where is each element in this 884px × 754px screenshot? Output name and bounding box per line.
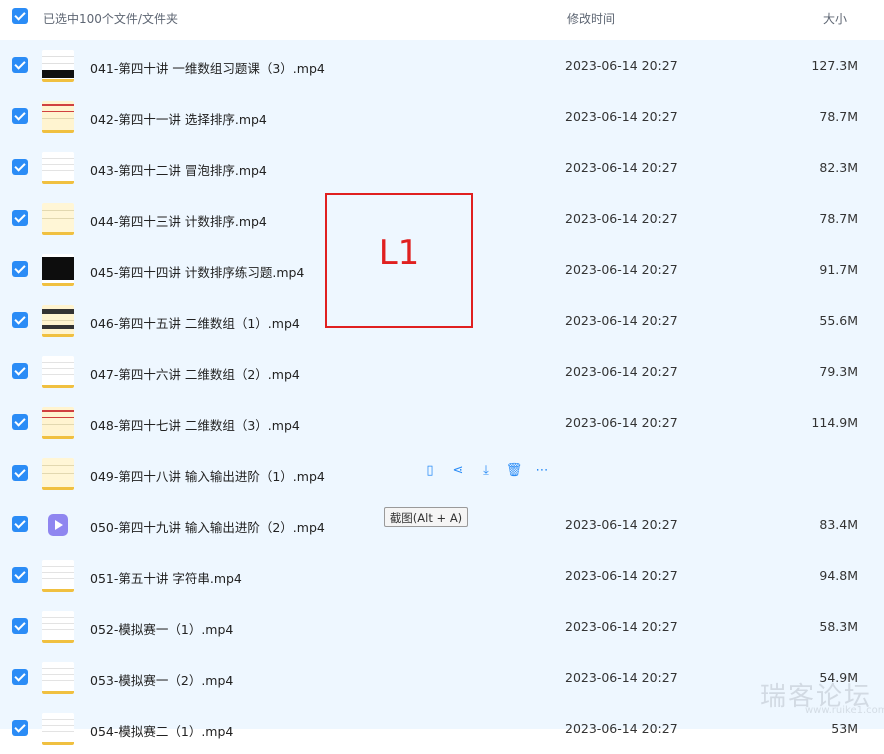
video-thumbnail xyxy=(42,356,74,388)
file-name[interactable]: 048-第四十七讲 二维数组（3）.mp4 xyxy=(90,415,300,434)
row-checkbox[interactable] xyxy=(12,108,28,124)
file-row[interactable]: 042-第四十一讲 选择排序.mp4 2023-06-14 20:27 78.7M xyxy=(0,91,884,142)
row-checkbox[interactable] xyxy=(12,720,28,736)
row-checkbox[interactable] xyxy=(12,261,28,277)
video-thumbnail xyxy=(42,560,74,592)
file-size: 55.6M xyxy=(819,313,858,328)
screenshot-tooltip: 截图(Alt + A) xyxy=(384,507,468,527)
file-name[interactable]: 043-第四十二讲 冒泡排序.mp4 xyxy=(90,160,267,179)
file-size: 114.9M xyxy=(811,415,858,430)
file-mtime: 2023-06-14 20:27 xyxy=(565,160,678,175)
file-list: 041-第四十讲 一维数组习题课（3）.mp4 2023-06-14 20:27 1… xyxy=(0,40,884,745)
share-icon[interactable]: ⋖ xyxy=(449,462,467,480)
list-header: 已选中100个文件/文件夹 修改时间 大小 xyxy=(0,0,884,40)
row-checkbox[interactable] xyxy=(12,618,28,634)
video-thumbnail xyxy=(42,458,74,490)
file-name[interactable]: 051-第五十讲 字符串.mp4 xyxy=(90,568,242,587)
file-row[interactable]: 052-模拟赛一（1）.mp4 2023-06-14 20:27 58.3M xyxy=(0,601,884,652)
file-mtime: 2023-06-14 20:27 xyxy=(565,262,678,277)
video-thumbnail xyxy=(42,50,74,82)
file-name[interactable]: 050-第四十九讲 输入输出进阶（2）.mp4 xyxy=(90,517,325,536)
row-checkbox[interactable] xyxy=(12,312,28,328)
download-icon[interactable]: ⤓ xyxy=(477,462,495,480)
more-icon[interactable]: ⋯ xyxy=(533,462,551,480)
video-thumbnail xyxy=(42,407,74,439)
file-mtime: 2023-06-14 20:27 xyxy=(565,364,678,379)
watermark-url: www.ruike1.com xyxy=(805,705,884,716)
file-size: 83.4M xyxy=(819,517,858,532)
file-mtime: 2023-06-14 20:27 xyxy=(565,670,678,685)
file-mtime: 2023-06-14 20:27 xyxy=(565,619,678,634)
file-size: 91.7M xyxy=(819,262,858,277)
file-row[interactable]: 053-模拟赛一（2）.mp4 2023-06-14 20:27 54.9M xyxy=(0,652,884,703)
file-name[interactable]: 053-模拟赛一（2）.mp4 xyxy=(90,670,233,689)
file-row[interactable]: 043-第四十二讲 冒泡排序.mp4 2023-06-14 20:27 82.3M xyxy=(0,142,884,193)
file-row[interactable]: 047-第四十六讲 二维数组（2）.mp4 2023-06-14 20:27 79.… xyxy=(0,346,884,397)
file-name[interactable]: 047-第四十六讲 二维数组（2）.mp4 xyxy=(90,364,300,383)
file-row[interactable]: 051-第五十讲 字符串.mp4 2023-06-14 20:27 94.8M xyxy=(0,550,884,601)
file-name[interactable]: 054-模拟赛二（1）.mp4 xyxy=(90,721,233,740)
mobile-icon[interactable]: ▯ xyxy=(421,462,439,480)
video-file-icon xyxy=(42,509,74,541)
file-name[interactable]: 049-第四十八讲 输入输出进阶（1）.mp4 xyxy=(90,466,325,485)
file-name[interactable]: 052-模拟赛一（1）.mp4 xyxy=(90,619,233,638)
file-size: 79.3M xyxy=(819,364,858,379)
selection-count-label: 已选中100个文件/文件夹 xyxy=(43,12,178,26)
file-row[interactable]: 041-第四十讲 一维数组习题课（3）.mp4 2023-06-14 20:27 1… xyxy=(0,40,884,91)
file-mtime: 2023-06-14 20:27 xyxy=(565,568,678,583)
file-name[interactable]: 045-第四十四讲 计数排序练习题.mp4 xyxy=(90,262,304,281)
row-checkbox[interactable] xyxy=(12,516,28,532)
file-mtime: 2023-06-14 20:27 xyxy=(565,211,678,226)
file-size: 94.8M xyxy=(819,568,858,583)
file-name[interactable]: 046-第四十五讲 二维数组（1）.mp4 xyxy=(90,313,300,332)
row-checkbox[interactable] xyxy=(12,669,28,685)
video-thumbnail xyxy=(42,662,74,694)
file-name[interactable]: 041-第四十讲 一维数组习题课（3）.mp4 xyxy=(90,58,325,77)
row-checkbox[interactable] xyxy=(12,567,28,583)
row-checkbox[interactable] xyxy=(12,159,28,175)
mtime-column-header[interactable]: 修改时间 xyxy=(567,10,615,27)
file-row[interactable]: 048-第四十七讲 二维数组（3）.mp4 2023-06-14 20:27 114… xyxy=(0,397,884,448)
video-thumbnail xyxy=(42,713,74,745)
row-checkbox[interactable] xyxy=(12,363,28,379)
file-mtime: 2023-06-14 20:27 xyxy=(565,415,678,430)
file-size: 78.7M xyxy=(819,211,858,226)
size-column-header[interactable]: 大小 xyxy=(823,10,847,27)
video-thumbnail xyxy=(42,305,74,337)
file-size: 78.7M xyxy=(819,109,858,124)
file-size: 82.3M xyxy=(819,160,858,175)
video-thumbnail xyxy=(42,254,74,286)
row-checkbox[interactable] xyxy=(12,57,28,73)
select-all-checkbox[interactable] xyxy=(12,8,28,24)
file-row[interactable]: 049-第四十八讲 输入输出进阶（1）.mp4 ▯ ⋖ ⤓ 🗑 ⋯ xyxy=(0,448,884,499)
annotation-label: L1 xyxy=(378,233,420,273)
row-checkbox[interactable] xyxy=(12,210,28,226)
row-checkbox[interactable] xyxy=(12,414,28,430)
file-size: 58.3M xyxy=(819,619,858,634)
file-name[interactable]: 042-第四十一讲 选择排序.mp4 xyxy=(90,109,267,128)
file-mtime: 2023-06-14 20:27 xyxy=(565,313,678,328)
trash-icon[interactable]: 🗑 xyxy=(505,462,523,480)
video-thumbnail xyxy=(42,152,74,184)
file-name[interactable]: 044-第四十三讲 计数排序.mp4 xyxy=(90,211,267,230)
file-mtime: 2023-06-14 20:27 xyxy=(565,58,678,73)
file-mtime: 2023-06-14 20:27 xyxy=(565,517,678,532)
file-size: 127.3M xyxy=(811,58,858,73)
file-mtime: 2023-06-14 20:27 xyxy=(565,109,678,124)
video-thumbnail xyxy=(42,611,74,643)
row-checkbox[interactable] xyxy=(12,465,28,481)
annotation-box: L1 xyxy=(325,193,473,328)
video-thumbnail xyxy=(42,203,74,235)
video-thumbnail xyxy=(42,101,74,133)
